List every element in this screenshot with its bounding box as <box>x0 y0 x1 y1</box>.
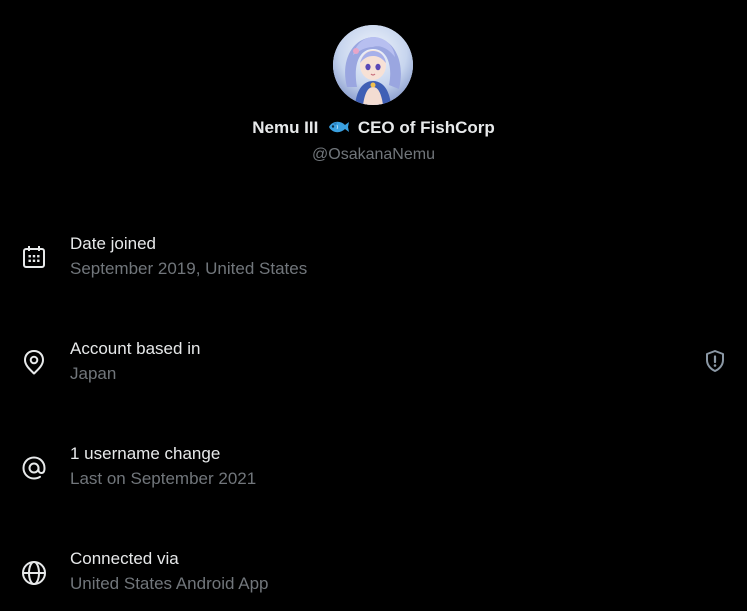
row-subtitle-date-joined: September 2019, United States <box>70 259 308 278</box>
info-row-date-joined: Date joined September 2019, United State… <box>0 233 747 293</box>
info-row-connected-via: Connected via United States Android App <box>0 548 747 608</box>
shield-alert-icon[interactable] <box>702 348 728 374</box>
row-title-username-change: 1 username change <box>70 444 221 463</box>
avatar[interactable] <box>333 25 413 105</box>
calendar-icon <box>20 243 48 271</box>
fish-emoji <box>329 121 350 133</box>
globe-icon <box>20 559 48 587</box>
row-subtitle-connected-via: United States Android App <box>70 574 269 593</box>
avatar-image <box>333 25 413 105</box>
row-subtitle-username-change: Last on September 2021 <box>70 469 257 488</box>
row-title-connected-via: Connected via <box>70 549 179 568</box>
display-name-suffix: CEO of FishCorp <box>357 118 495 137</box>
row-title-account-based-in: Account based in <box>70 339 201 358</box>
display-name: Nemu III CEO of FishCorp <box>0 117 747 139</box>
display-name-prefix: Nemu III <box>252 118 319 137</box>
row-subtitle-account-based-in: Japan <box>70 364 117 383</box>
location-pin-icon <box>20 348 48 376</box>
row-title-date-joined: Date joined <box>70 234 157 253</box>
info-row-username-change: 1 username change Last on September 2021 <box>0 443 747 503</box>
user-handle[interactable]: @OsakanaNemu <box>0 144 747 166</box>
at-sign-icon <box>20 454 48 482</box>
info-row-account-based-in: Account based in Japan <box>0 338 747 398</box>
